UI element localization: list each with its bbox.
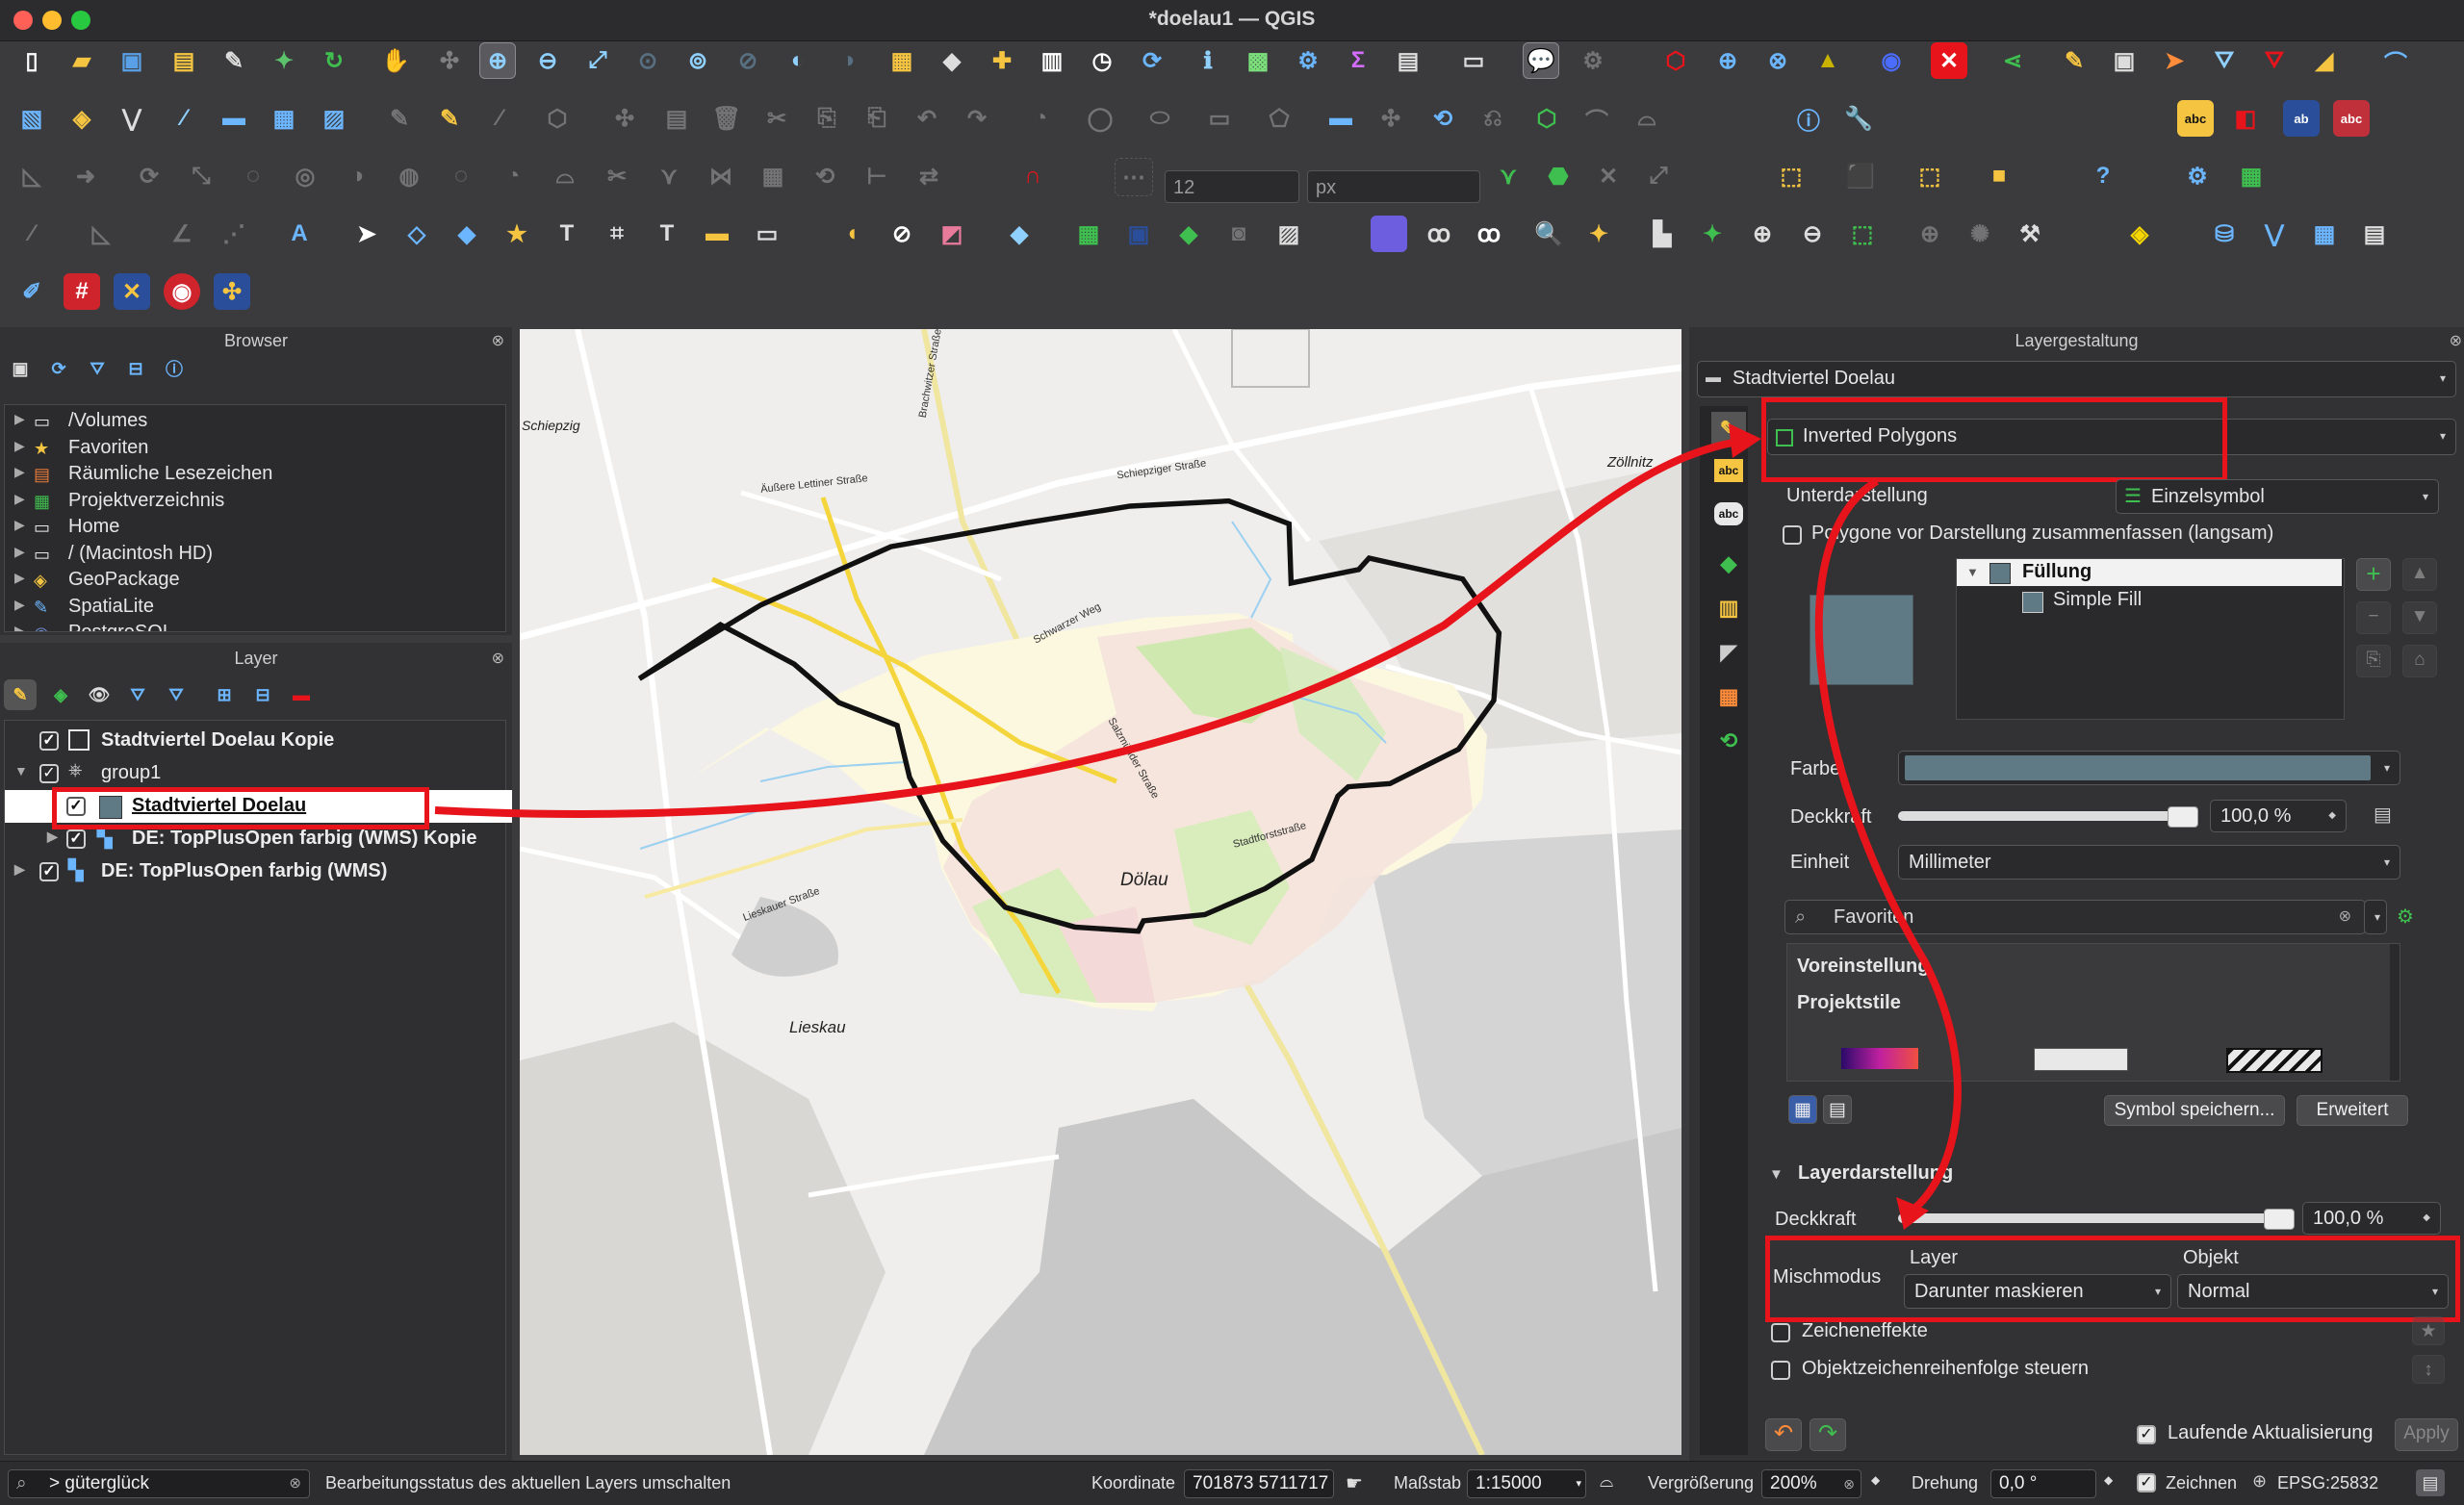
locator-value: > güterglück [49, 1473, 150, 1493]
coordinate-label: Koordinate [1091, 1473, 1176, 1492]
lock-scale-icon[interactable]: ⌓ [1600, 1471, 1613, 1492]
crs-globe-icon[interactable]: ⊕ [2252, 1471, 2267, 1492]
clear-icon[interactable]: ⊗ [289, 1470, 301, 1497]
magnifier-input[interactable]: 200% ⊗ [1761, 1469, 1861, 1498]
messages-icon[interactable]: ▤ [2416, 1469, 2445, 1496]
stepper-icon[interactable]: ◆ [1871, 1473, 1880, 1487]
rotation-label: Drehung [1912, 1473, 1979, 1492]
search-icon: ⌕ [16, 1473, 27, 1493]
status-bar: ⌕ > güterglück ⊗ Bearbeitungsstatus des … [0, 1461, 2464, 1505]
coordinate-input[interactable]: 701873 5711717 [1184, 1469, 1334, 1498]
magnifier-label: Vergrößerung [1648, 1473, 1755, 1492]
clear-icon[interactable]: ⊗ [1843, 1470, 1855, 1497]
arrow-renderer-to-blend [1814, 477, 1962, 1212]
scale-label: Maßstab [1394, 1473, 1462, 1492]
stepper-icon[interactable]: ◆ [2104, 1473, 2113, 1487]
annotation-arrows [434, 423, 1962, 1230]
rotation-input[interactable]: 0,0 ° [1990, 1469, 2096, 1498]
locator-search-input[interactable]: ⌕ > güterglück ⊗ [8, 1469, 310, 1498]
magnifier-value: 200% [1770, 1473, 1817, 1493]
status-message: Bearbeitungsstatus des aktuellen Layers … [325, 1473, 732, 1492]
scale-value: 1:15000 [1476, 1473, 1542, 1493]
arrow-layer-to-renderer [434, 439, 1733, 818]
render-checkbox[interactable] [2137, 1473, 2156, 1492]
coordinate-toggle-icon[interactable]: ☛ [1346, 1471, 1363, 1495]
arrow-head-icon [1729, 423, 1761, 458]
render-label: Zeichnen [2166, 1473, 2238, 1492]
crs-label[interactable]: EPSG:25832 [2277, 1473, 2378, 1493]
chevron-down-icon: ▾ [1576, 1478, 1581, 1490]
scale-input[interactable]: 1:15000 ▾ [1467, 1469, 1586, 1498]
